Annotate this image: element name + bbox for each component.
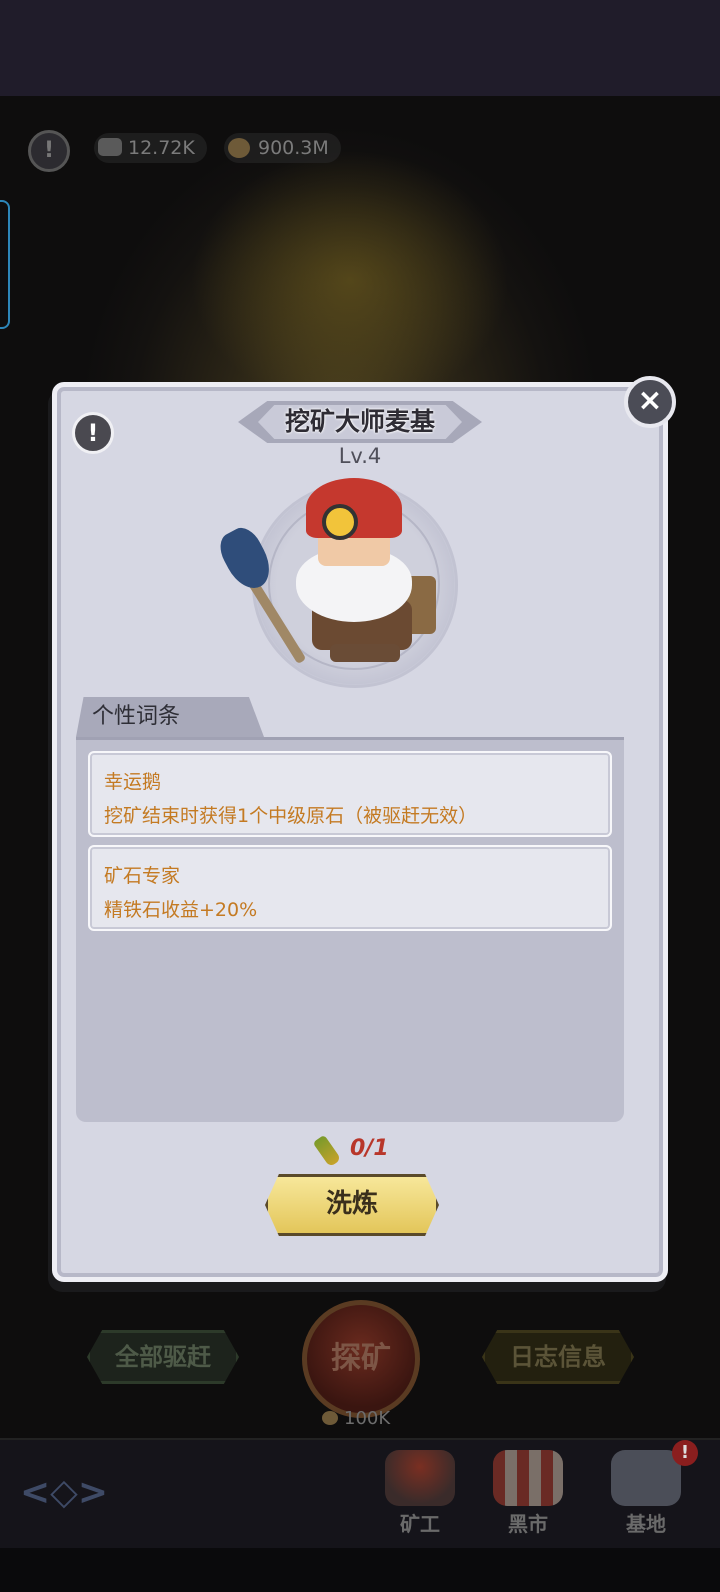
trait-name: 矿石专家 xyxy=(104,865,181,887)
nav-black-market[interactable]: 黑市 xyxy=(478,1450,578,1546)
system-bar xyxy=(0,1548,720,1592)
explore-cost-value: 100K xyxy=(344,1408,391,1429)
refine-cost: 0/1 xyxy=(312,1134,420,1170)
trait-desc: 挖矿结束时获得1个中级原石（被驱赶无效） xyxy=(104,805,478,827)
market-icon xyxy=(493,1450,563,1506)
ore-count: 12.72K xyxy=(128,137,195,159)
ore-resource: 12.72K xyxy=(94,133,207,163)
coin-icon xyxy=(228,138,250,158)
top-bar xyxy=(0,0,720,96)
notification-badge: ! xyxy=(672,1440,698,1466)
castle-icon xyxy=(611,1450,681,1506)
nav-base-label: 基地 xyxy=(626,1512,666,1536)
miner-boots xyxy=(330,644,400,662)
nav-miner-label: 矿工 xyxy=(400,1512,440,1536)
info-icon[interactable]: ! xyxy=(28,130,70,172)
drive-all-button[interactable]: 全部驱赶 xyxy=(87,1330,239,1384)
trait-card: 幸运鹅 挖矿结束时获得1个中级原石（被驱赶无效） xyxy=(88,751,612,837)
refine-cost-value: 0/1 xyxy=(350,1136,389,1161)
back-arrow-icon[interactable]: <◇> xyxy=(20,1472,110,1513)
helmet-lamp xyxy=(322,504,358,540)
nav-market-label: 黑市 xyxy=(508,1512,548,1536)
explore-cost: 100K xyxy=(322,1408,390,1429)
traits-header: 个性词条 xyxy=(92,704,181,729)
close-icon[interactable]: × xyxy=(624,376,676,428)
coin-resource: 900.3M xyxy=(224,133,341,163)
nav-miner[interactable]: 矿工 xyxy=(370,1450,470,1546)
ore-icon xyxy=(98,138,122,156)
miner-icon xyxy=(385,1450,455,1506)
trait-desc: 精铁石收益+20% xyxy=(104,899,258,921)
log-info-button[interactable]: 日志信息 xyxy=(482,1330,634,1384)
explore-button[interactable]: 探矿 xyxy=(302,1300,420,1418)
trait-name: 幸运鹅 xyxy=(104,771,162,793)
exclamation-icon[interactable]: ! xyxy=(72,412,114,454)
trait-card: 矿石专家 精铁石收益+20% xyxy=(88,845,612,931)
side-tab[interactable] xyxy=(0,200,10,329)
coin-icon xyxy=(322,1411,338,1425)
miner-level: Lv.4 xyxy=(338,444,382,468)
coin-count: 900.3M xyxy=(258,137,329,159)
refine-button[interactable]: 洗炼 xyxy=(265,1174,439,1236)
miner-name: 挖矿大师麦基 xyxy=(284,407,435,436)
